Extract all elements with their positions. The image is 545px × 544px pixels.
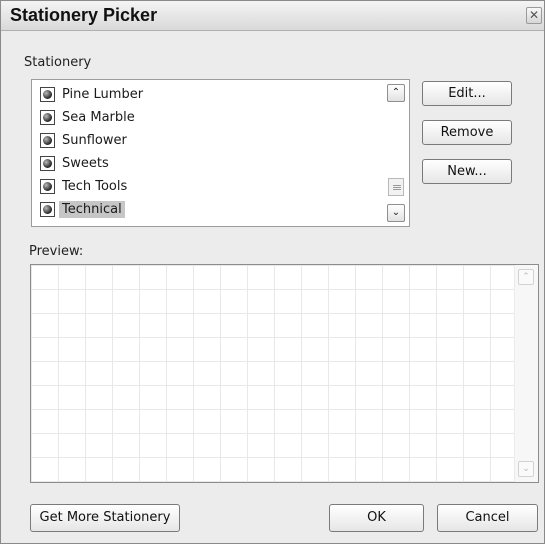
stationery-preview: ⌃ ⌄ — [30, 264, 539, 483]
stationery-file-icon — [40, 109, 55, 125]
scroll-thumb[interactable] — [388, 178, 404, 196]
list-item-label-selected: Technical — [59, 200, 125, 218]
list-item-label: Sea Marble — [62, 109, 135, 125]
stationery-list[interactable]: Pine Lumber Sea Marble Sunflower Sweets … — [31, 79, 410, 227]
stationery-label: Stationery — [24, 55, 92, 70]
preview-grid — [31, 265, 515, 482]
stationery-picker-dialog: Stationery Picker ✕ Stationery Pine Lumb… — [0, 0, 545, 544]
stationery-file-icon — [40, 178, 55, 194]
title-bar[interactable]: Stationery Picker ✕ — [1, 1, 544, 31]
list-item-label: Sunflower — [62, 132, 127, 148]
grip-line — [393, 185, 401, 186]
list-item-label: Tech Tools — [62, 178, 128, 194]
scroll-down-button[interactable]: ⌄ — [387, 204, 405, 222]
remove-button[interactable]: Remove — [422, 120, 512, 145]
stationery-file-icon — [40, 132, 55, 148]
close-icon: ✕ — [528, 8, 540, 22]
grip-line — [393, 189, 401, 190]
chevron-down-icon: ⌄ — [391, 207, 401, 218]
list-scrollbar[interactable]: ⌃ ⌄ — [387, 84, 405, 222]
list-item-sea-marble[interactable]: Sea Marble — [40, 106, 138, 128]
list-item-tech-tools[interactable]: Tech Tools — [40, 175, 130, 197]
dialog-title: Stationery Picker — [10, 5, 158, 25]
edit-button[interactable]: Edit... — [422, 81, 512, 106]
chevron-up-icon: ⌃ — [522, 272, 530, 282]
list-item-technical[interactable]: Technical — [40, 198, 125, 220]
list-item-sunflower[interactable]: Sunflower — [40, 129, 130, 151]
chevron-down-icon: ⌄ — [522, 464, 530, 474]
cancel-button[interactable]: Cancel — [437, 504, 538, 532]
preview-scroll-down-button[interactable]: ⌄ — [518, 461, 534, 477]
stationery-file-icon — [40, 86, 55, 102]
preview-scroll-up-button[interactable]: ⌃ — [518, 269, 534, 285]
stationery-file-icon — [40, 155, 55, 171]
stationery-file-icon — [40, 201, 55, 217]
list-item-label: Pine Lumber — [62, 86, 144, 102]
list-item-sweets[interactable]: Sweets — [40, 152, 112, 174]
preview-label: Preview: — [29, 244, 84, 259]
preview-scrollbar[interactable]: ⌃ ⌄ — [514, 265, 538, 482]
chevron-up-icon: ⌃ — [391, 87, 401, 98]
close-button[interactable]: ✕ — [526, 7, 542, 24]
new-button[interactable]: New... — [422, 159, 512, 184]
get-more-stationery-button[interactable]: Get More Stationery — [30, 504, 180, 532]
scroll-up-button[interactable]: ⌃ — [387, 84, 405, 102]
ok-button[interactable]: OK — [329, 504, 424, 532]
list-item-pine-lumber[interactable]: Pine Lumber — [40, 83, 146, 105]
list-item-label: Sweets — [62, 155, 109, 171]
grip-line — [393, 187, 401, 188]
